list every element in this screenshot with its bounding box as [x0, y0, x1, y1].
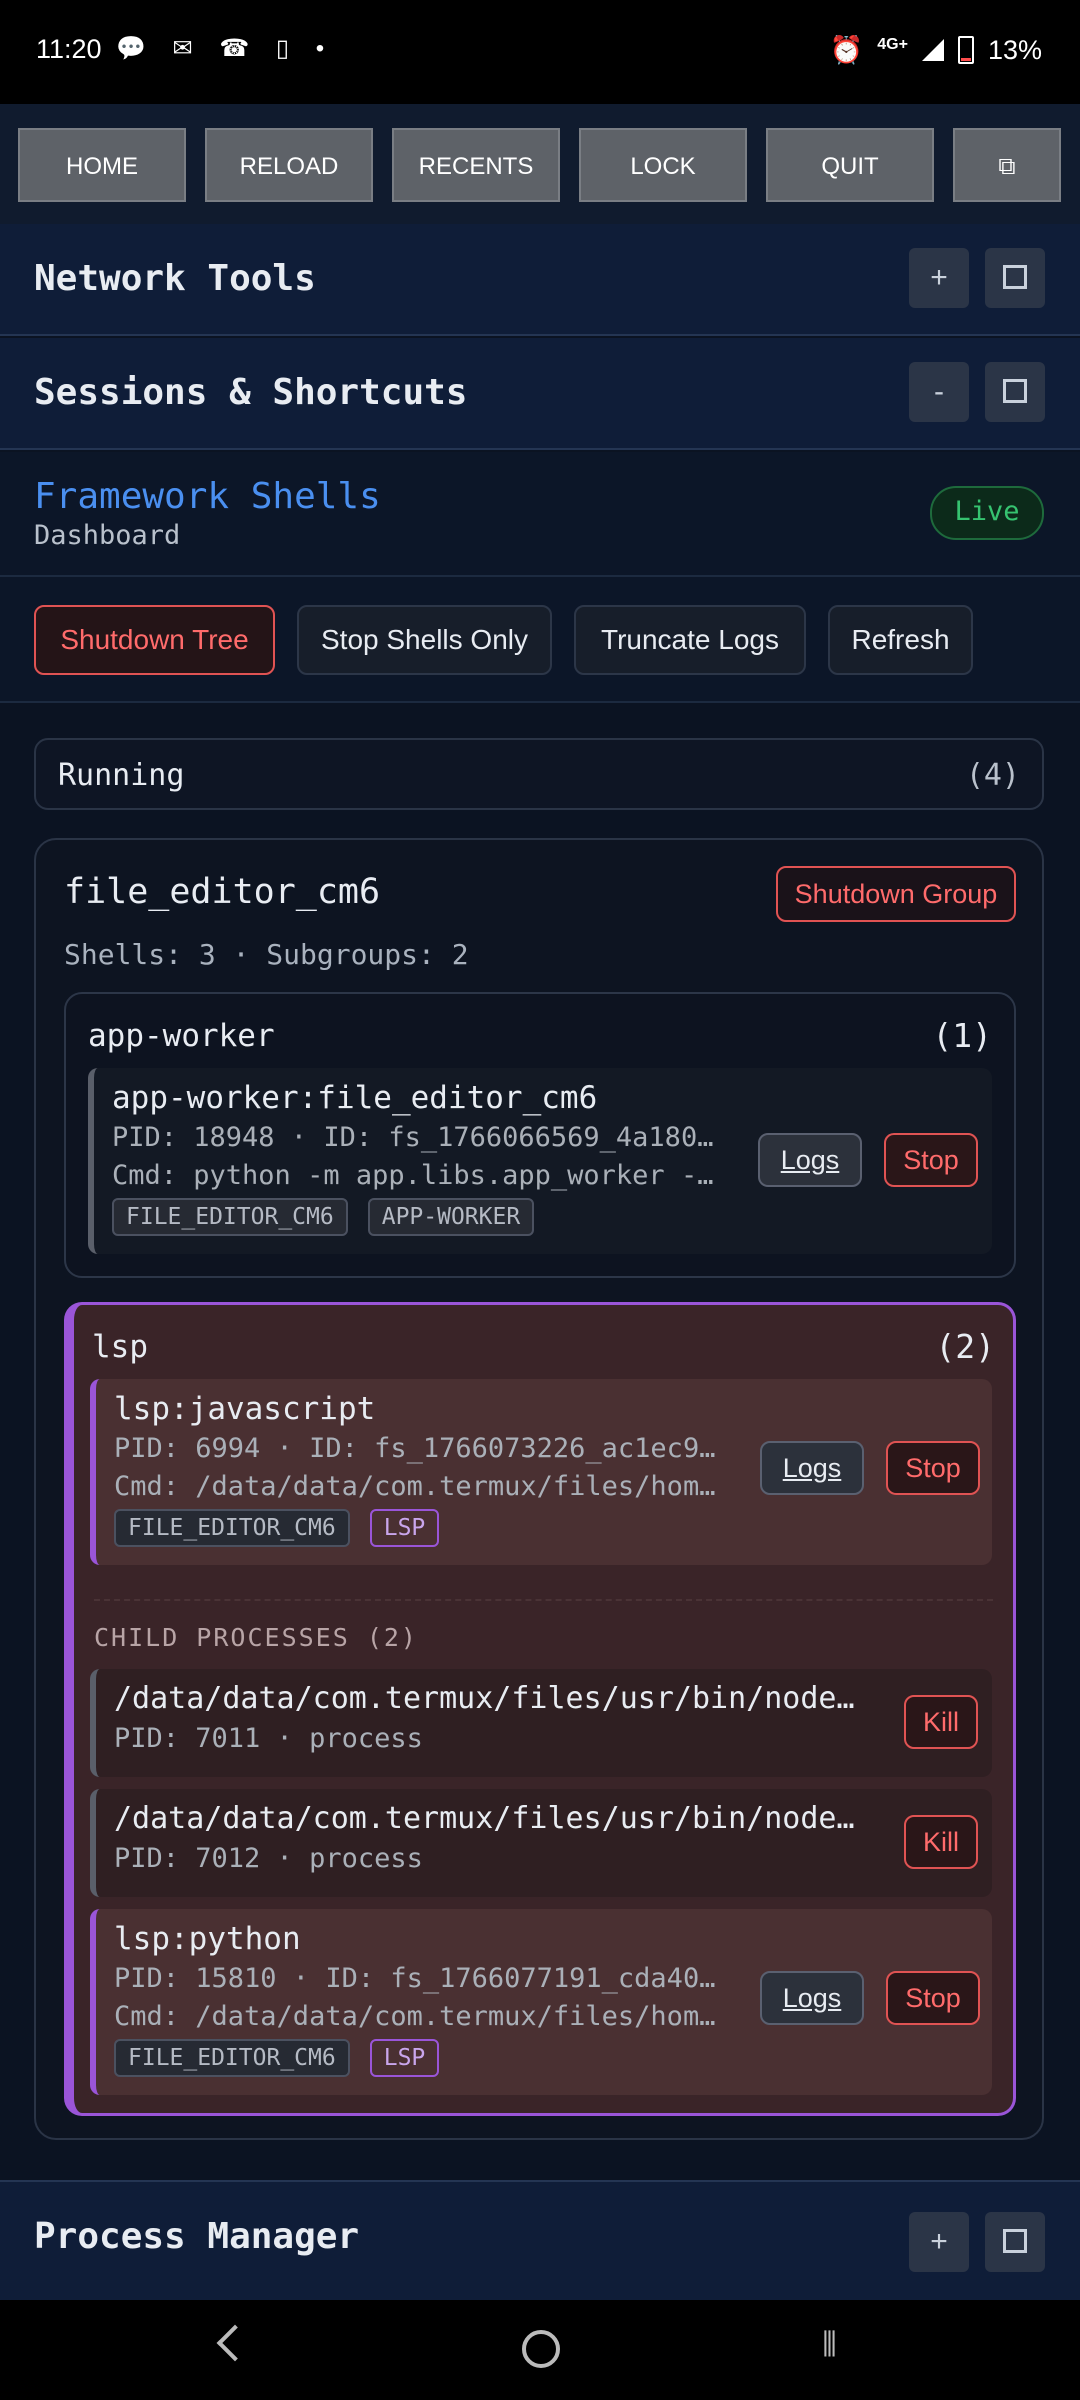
dashboard-subtitle: Dashboard: [34, 520, 181, 551]
running-label: Running: [58, 758, 185, 793]
signal-icon: [921, 39, 944, 61]
maximize-button[interactable]: [985, 2212, 1045, 2272]
recents-button[interactable]: RECENTS: [392, 128, 560, 202]
collapse-button[interactable]: -: [909, 362, 969, 422]
process-info: PID: 6994 · ID: fs_1766073226_ac1ec9…: [114, 1433, 716, 1464]
square-icon: [1003, 265, 1027, 290]
child-process-card: /data/data/com.termux/files/usr/bin/node…: [90, 1789, 992, 1897]
network-type: 4G+: [877, 36, 908, 53]
window-icon: ⧉: [998, 153, 1016, 180]
subgroup-lsp: lsp (2) lsp:javascript PID: 6994 · ID: f…: [64, 1302, 1016, 2116]
kill-button[interactable]: Kill: [904, 1815, 978, 1869]
stop-button[interactable]: Stop: [884, 1133, 978, 1187]
tag: LSP: [369, 2039, 440, 2077]
maximize-button[interactable]: [985, 362, 1045, 422]
live-badge: Live: [930, 486, 1044, 540]
child-process-info: PID: 7012 · process: [114, 1843, 423, 1874]
square-icon: [1003, 2229, 1027, 2254]
battery-level: 13%: [987, 34, 1042, 65]
section-title: Sessions & Shortcuts: [34, 372, 468, 413]
stop-shells-button[interactable]: Stop Shells Only: [297, 605, 552, 675]
process-tags: FILE_EDITOR_CM6 LSP: [114, 2039, 440, 2077]
process-name: app-worker:file_editor_cm6: [112, 1080, 598, 1116]
group-meta: Shells: 3 · Subgroups: 2: [64, 938, 469, 971]
action-bar: Shutdown Tree Stop Shells Only Truncate …: [0, 577, 1080, 703]
quit-button[interactable]: QUIT: [766, 128, 934, 202]
divider: [94, 1599, 993, 1601]
tag: APP-WORKER: [367, 1198, 535, 1236]
process-info: PID: 15810 · ID: fs_1766077191_cda40…: [114, 1963, 716, 1994]
child-process-path: /data/data/com.termux/files/usr/bin/node…: [114, 1801, 855, 1836]
process-card: lsp:python PID: 15810 · ID: fs_176607719…: [90, 1909, 992, 2095]
window-button[interactable]: ⧉: [953, 128, 1061, 202]
tag: FILE_EDITOR_CM6: [112, 1198, 348, 1236]
lock-button[interactable]: LOCK: [579, 128, 747, 202]
subgroup-count: (1): [932, 1016, 992, 1055]
kill-button[interactable]: Kill: [904, 1695, 978, 1749]
sessions-section[interactable]: Sessions & Shortcuts -: [0, 338, 1080, 450]
status-time: 11:20: [36, 34, 102, 64]
shutdown-tree-button[interactable]: Shutdown Tree: [34, 605, 275, 675]
back-icon[interactable]: [216, 2324, 254, 2362]
process-card: lsp:javascript PID: 6994 · ID: fs_176607…: [90, 1379, 992, 1565]
subgroup-app-worker: app-worker (1) app-worker:file_editor_cm…: [64, 992, 1016, 1278]
process-tags: FILE_EDITOR_CM6 LSP: [114, 1509, 440, 1547]
battery-icon: [957, 36, 974, 64]
shutdown-group-button[interactable]: Shutdown Group: [776, 866, 1016, 922]
child-process-info: PID: 7011 · process: [114, 1723, 423, 1754]
running-count: (4): [965, 758, 1020, 793]
process-cmd: Cmd: /data/data/com.termux/files/hom…: [114, 1471, 716, 1502]
recents-icon[interactable]: ⦀: [822, 2328, 856, 2362]
process-card: app-worker:file_editor_cm6 PID: 18948 · …: [88, 1068, 992, 1254]
refresh-button[interactable]: Refresh: [828, 605, 973, 675]
process-name: lsp:javascript: [114, 1391, 376, 1427]
system-nav-bar: ⦀: [0, 2300, 1080, 2400]
tag: FILE_EDITOR_CM6: [114, 2039, 350, 2077]
stop-button[interactable]: Stop: [886, 1971, 980, 2025]
child-processes-heading: CHILD PROCESSES (2): [94, 1623, 418, 1652]
process-cmd: Cmd: /data/data/com.termux/files/hom…: [114, 2001, 716, 2032]
tag: FILE_EDITOR_CM6: [114, 1509, 350, 1547]
expand-button[interactable]: +: [909, 2212, 969, 2272]
child-process-card: /data/data/com.termux/files/usr/bin/node…: [90, 1669, 992, 1777]
subgroup-name: lsp: [92, 1329, 148, 1365]
tag: LSP: [369, 1509, 440, 1547]
maximize-button[interactable]: [985, 248, 1045, 308]
status-right: ⏰ 4G+ 13%: [830, 34, 1042, 66]
section-title: Network Tools: [34, 258, 316, 299]
truncate-logs-button[interactable]: Truncate Logs: [574, 605, 806, 675]
process-info: PID: 18948 · ID: fs_1766066569_4a180…: [112, 1122, 714, 1153]
network-tools-section[interactable]: Network Tools +: [0, 224, 1080, 336]
section-title: Process Manager: [34, 2216, 360, 2257]
subgroup-count: (2): [935, 1327, 995, 1366]
home-button[interactable]: HOME: [18, 128, 186, 202]
logs-button[interactable]: Logs: [758, 1133, 862, 1187]
stop-button[interactable]: Stop: [886, 1441, 980, 1495]
top-nav: HOME RELOAD RECENTS LOCK QUIT ⧉: [0, 104, 1080, 224]
reload-button[interactable]: RELOAD: [205, 128, 373, 202]
running-header[interactable]: Running (4): [34, 738, 1044, 810]
home-icon[interactable]: [522, 2330, 560, 2368]
child-process-path: /data/data/com.termux/files/usr/bin/node…: [114, 1681, 855, 1716]
process-cmd: Cmd: python -m app.libs.app_worker -…: [112, 1160, 714, 1191]
logs-button[interactable]: Logs: [760, 1971, 864, 2025]
dashboard-title: Framework Shells: [34, 476, 381, 517]
alarm-icon: ⏰: [829, 35, 864, 65]
logs-button[interactable]: Logs: [760, 1441, 864, 1495]
square-icon: [1003, 379, 1027, 404]
subgroup-name: app-worker: [88, 1018, 275, 1054]
expand-button[interactable]: +: [909, 248, 969, 308]
process-tags: FILE_EDITOR_CM6 APP-WORKER: [112, 1198, 535, 1236]
status-bar: 11:20 💬 ✉ ☎ ▯ • ⏰ 4G+ 13%: [0, 0, 1080, 104]
process-manager-section[interactable]: Process Manager +: [0, 2180, 1080, 2300]
process-name: lsp:python: [114, 1921, 301, 1957]
dashboard-header: Framework Shells Dashboard Live: [0, 452, 1080, 577]
group-name: file_editor_cm6: [64, 872, 381, 912]
notification-icons: 💬 ✉ ☎ ▯ •: [116, 35, 335, 62]
group-card: file_editor_cm6 Shells: 3 · Subgroups: 2…: [34, 838, 1044, 2140]
